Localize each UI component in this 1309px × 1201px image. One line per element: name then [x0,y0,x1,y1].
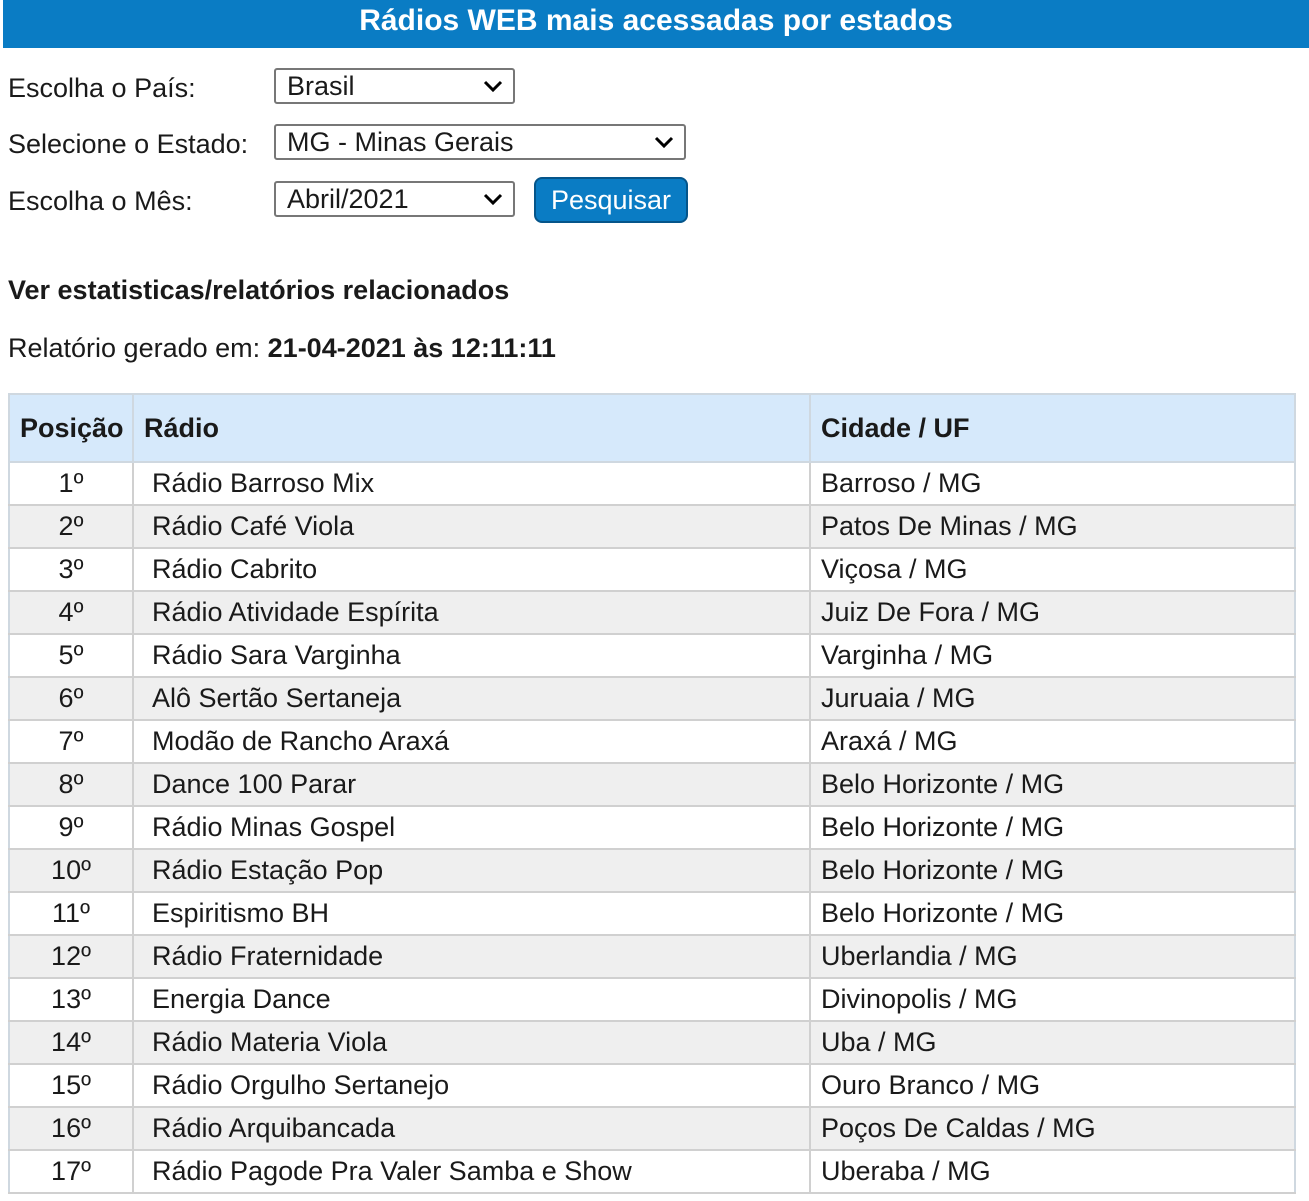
city-cell: Viçosa / MG [810,548,1295,592]
position-cell: 15º [9,1064,134,1108]
table-row: 9º Rádio Minas Gospel Belo Horizonte / MG [9,806,1295,850]
country-select[interactable]: Brasil [274,68,515,104]
month-select[interactable]: Abril/2021 [274,181,515,217]
radio-name-link[interactable]: Rádio Pagode Pra Valer Samba e Show [133,1150,811,1194]
city-cell: Uberlandia / MG [810,935,1295,979]
city-cell: Belo Horizonte / MG [810,806,1295,850]
city-cell: Uba / MG [810,1021,1295,1065]
position-cell: 16º [9,1107,134,1151]
radio-name-link[interactable]: Rádio Orgulho Sertanejo [133,1064,811,1108]
position-cell: 4º [9,591,134,635]
radio-name-link[interactable]: Rádio Sara Varginha [133,634,811,678]
city-cell: Araxá / MG [810,720,1295,764]
month-select-value: Abril/2021 [287,184,409,214]
table-row: 12º Rádio Fraternidade Uberlandia / MG [9,935,1295,979]
position-cell: 12º [9,935,134,979]
position-cell: 9º [9,806,134,850]
table-header-row: Posição Rádio Cidade / UF [9,393,1295,463]
table-row: 11º Espiritismo BH Belo Horizonte / MG [9,892,1295,936]
state-select[interactable]: MG - Minas Gerais [274,124,686,160]
position-cell: 8º [9,763,134,807]
city-cell: Barroso / MG [810,462,1295,506]
position-cell: 14º [9,1021,134,1065]
country-label: Escolha o País: [8,73,196,103]
radio-name-link[interactable]: Rádio Atividade Espírita [133,591,811,635]
city-cell: Uberaba / MG [810,1150,1295,1194]
city-cell: Belo Horizonte / MG [810,892,1295,936]
city-cell: Belo Horizonte / MG [810,763,1295,807]
column-header-position: Posição [9,393,134,463]
city-cell: Ouro Branco / MG [810,1064,1295,1108]
city-cell: Juiz De Fora / MG [810,591,1295,635]
table-row: 4º Rádio Atividade Espírita Juiz De Fora /… [9,591,1295,635]
position-cell: 7º [9,720,134,764]
city-cell: Patos De Minas / MG [810,505,1295,549]
table-row: 16º Rádio Arquibancada Poços De Caldas / M… [9,1107,1295,1151]
position-cell: 1º [9,462,134,506]
page-title-banner: Rádios WEB mais acessadas por estados [3,0,1309,48]
city-cell: Varginha / MG [810,634,1295,678]
city-cell: Divinopolis / MG [810,978,1295,1022]
radio-name-link[interactable]: Alô Sertão Sertaneja [133,677,811,721]
search-button[interactable]: Pesquisar [534,177,688,223]
generated-label: Relatório gerado em: [8,333,261,363]
position-cell: 17º [9,1150,134,1194]
position-cell: 13º [9,978,134,1022]
position-cell: 11º [9,892,134,936]
city-cell: Poços De Caldas / MG [810,1107,1295,1151]
position-cell: 6º [9,677,134,721]
table-row: 5º Rádio Sara Varginha Varginha / MG [9,634,1295,678]
table-row: 1º Rádio Barroso Mix Barroso / MG [9,462,1295,506]
radio-name-link[interactable]: Rádio Minas Gospel [133,806,811,850]
table-row: 3º Rádio Cabrito Viçosa / MG [9,548,1295,592]
table-row: 15º Rádio Orgulho Sertanejo Ouro Branco / … [9,1064,1295,1108]
radio-name-link[interactable]: Modão de Rancho Araxá [133,720,811,764]
month-label: Escolha o Mês: [8,186,193,216]
radio-name-link[interactable]: Rádio Arquibancada [133,1107,811,1151]
table-row: 6º Alô Sertão Sertaneja Juruaia / MG [9,677,1295,721]
country-select-value: Brasil [287,71,355,101]
table-row: 13º Energia Dance Divinopolis / MG [9,978,1295,1022]
generated-timestamp: 21-04-2021 às 12:11:11 [267,333,556,363]
radio-name-link[interactable]: Dance 100 Parar [133,763,811,807]
report-generated: Relatório gerado em: 21-04-2021 às 12:11… [8,330,556,366]
chevron-down-icon [654,136,674,149]
position-cell: 2º [9,505,134,549]
column-header-radio: Rádio [133,393,811,463]
position-cell: 10º [9,849,134,893]
table-row: 14º Rádio Materia Viola Uba / MG [9,1021,1295,1065]
city-cell: Juruaia / MG [810,677,1295,721]
position-cell: 5º [9,634,134,678]
radio-name-link[interactable]: Rádio Cabrito [133,548,811,592]
page-title: Rádios WEB mais acessadas por estados [359,4,953,37]
city-cell: Belo Horizonte / MG [810,849,1295,893]
position-cell: 3º [9,548,134,592]
chevron-down-icon [483,193,503,206]
radio-name-link[interactable]: Rádio Café Viola [133,505,811,549]
radio-name-link[interactable]: Rádio Barroso Mix [133,462,811,506]
column-header-city: Cidade / UF [810,393,1295,463]
table-row: 17º Rádio Pagode Pra Valer Samba e Show Ub… [9,1150,1295,1194]
ranking-table: Posição Rádio Cidade / UF 1º Rádio Barros… [8,393,1296,1194]
related-reports-link[interactable]: Ver estatisticas/relatórios relacionados [8,272,509,308]
table-row: 10º Rádio Estação Pop Belo Horizonte / MG [9,849,1295,893]
table-row: 2º Rádio Café Viola Patos De Minas / MG [9,505,1295,549]
state-select-value: MG - Minas Gerais [287,127,514,157]
radio-name-link[interactable]: Rádio Materia Viola [133,1021,811,1065]
radio-name-link[interactable]: Espiritismo BH [133,892,811,936]
table-row: 7º Modão de Rancho Araxá Araxá / MG [9,720,1295,764]
chevron-down-icon [483,80,503,93]
radio-name-link[interactable]: Energia Dance [133,978,811,1022]
table-row: 8º Dance 100 Parar Belo Horizonte / MG [9,763,1295,807]
radio-name-link[interactable]: Rádio Fraternidade [133,935,811,979]
radio-name-link[interactable]: Rádio Estação Pop [133,849,811,893]
state-label: Selecione o Estado: [8,129,249,159]
